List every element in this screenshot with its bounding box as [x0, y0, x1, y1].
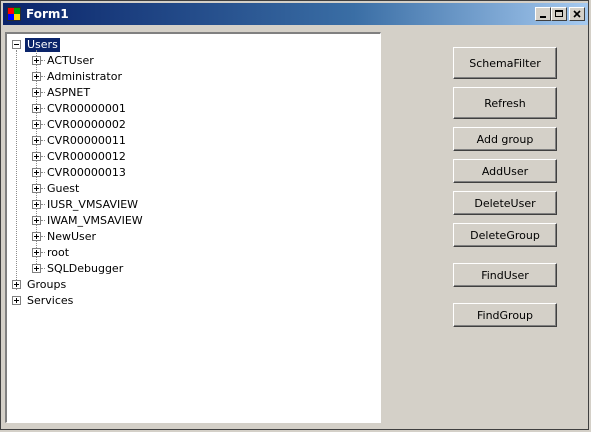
tree-node-user[interactable]: IWAM_VMSAVIEW [45, 214, 145, 228]
tree-node-user[interactable]: SQLDebugger [45, 262, 125, 276]
user-expander-icon[interactable] [32, 72, 41, 81]
minimize-button[interactable] [535, 7, 551, 21]
tree-node-user[interactable]: NewUser [45, 230, 98, 244]
tree-node-groups[interactable]: Groups [25, 278, 68, 292]
user-expander-icon[interactable] [32, 200, 41, 209]
close-icon [573, 10, 581, 18]
user-expander-icon[interactable] [32, 248, 41, 257]
user-expander-icon[interactable] [32, 56, 41, 65]
tree-node-user[interactable]: IUSR_VMSAVIEW [45, 198, 140, 212]
tree-node-user[interactable]: ACTUser [45, 54, 96, 68]
groups-expander-icon[interactable] [12, 280, 21, 289]
form-client-area: Users ACTUser Administrator ASPNET CVR000000… [3, 25, 588, 429]
user-expander-icon[interactable] [32, 136, 41, 145]
find-user-button[interactable]: FindUser [453, 263, 557, 287]
user-expander-icon[interactable] [32, 184, 41, 193]
maximize-button[interactable] [551, 7, 567, 21]
tree-node-user[interactable]: CVR00000011 [45, 134, 128, 148]
tree-node-user[interactable]: ASPNET [45, 86, 92, 100]
user-expander-icon[interactable] [32, 232, 41, 241]
add-user-button[interactable]: AddUser [453, 159, 557, 183]
app-window: Form1 Users ACTUser Administrator ASPNET CVR… [0, 0, 589, 430]
user-expander-icon[interactable] [32, 168, 41, 177]
user-expander-icon[interactable] [32, 264, 41, 273]
tree-node-user[interactable]: CVR00000002 [45, 118, 128, 132]
tree-node-user[interactable]: root [45, 246, 71, 260]
tree-node-user[interactable]: CVR00000001 [45, 102, 128, 116]
tree-node-user[interactable]: CVR00000013 [45, 166, 128, 180]
user-expander-icon[interactable] [32, 152, 41, 161]
users-expander-icon[interactable] [12, 40, 21, 49]
add-group-button[interactable]: Add group [453, 127, 557, 151]
tree-node-user[interactable]: CVR00000012 [45, 150, 128, 164]
services-expander-icon[interactable] [12, 296, 21, 305]
tree-node-services[interactable]: Services [25, 294, 75, 308]
directory-tree[interactable]: Users ACTUser Administrator ASPNET CVR000000… [5, 32, 381, 423]
tree-node-user[interactable]: Administrator [45, 70, 124, 84]
tree-connector [16, 50, 18, 290]
delete-user-button[interactable]: DeleteUser [453, 191, 557, 215]
maximize-icon [555, 10, 563, 17]
user-expander-icon[interactable] [32, 88, 41, 97]
user-expander-icon[interactable] [32, 216, 41, 225]
schema-filter-button[interactable]: SchemaFilter [453, 47, 557, 79]
delete-group-button[interactable]: DeleteGroup [453, 223, 557, 247]
user-expander-icon[interactable] [32, 120, 41, 129]
window-title: Form1 [26, 7, 69, 21]
find-group-button[interactable]: FindGroup [453, 303, 557, 327]
app-icon[interactable] [7, 7, 21, 21]
close-button[interactable] [569, 7, 585, 21]
title-bar[interactable]: Form1 [3, 3, 588, 25]
tree-node-users[interactable]: Users [25, 38, 60, 52]
user-expander-icon[interactable] [32, 104, 41, 113]
tree-node-user[interactable]: Guest [45, 182, 81, 196]
minimize-icon [540, 16, 546, 18]
refresh-button[interactable]: Refresh [453, 87, 557, 119]
